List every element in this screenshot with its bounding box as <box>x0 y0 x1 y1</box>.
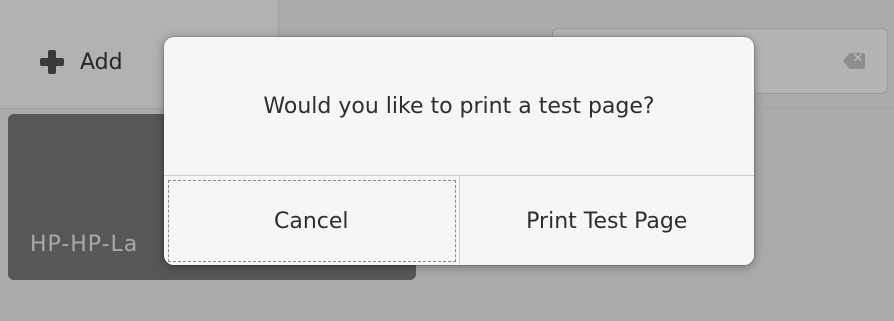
dialog-message: Would you like to print a test page? <box>263 93 655 119</box>
dialog-button-row: Cancel Print Test Page <box>164 175 754 265</box>
add-printer-label: Add <box>80 49 123 75</box>
add-printer-button[interactable]: Add <box>38 42 123 82</box>
test-page-dialog: Would you like to print a test page? Can… <box>164 37 754 265</box>
printers-settings-window: Add HP-HP-La Would you like to print a t… <box>0 0 894 321</box>
plus-icon <box>38 48 66 76</box>
printer-name: HP-HP-La <box>30 232 139 257</box>
cancel-button[interactable]: Cancel <box>164 176 460 265</box>
backspace-icon[interactable] <box>843 53 865 69</box>
print-test-page-button[interactable]: Print Test Page <box>459 176 754 265</box>
